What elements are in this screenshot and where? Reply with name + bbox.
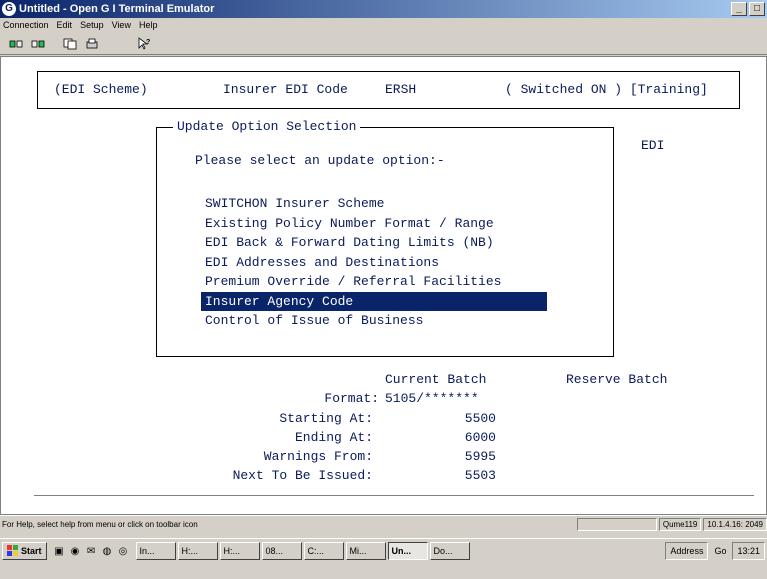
edi-side-label: EDI [641, 138, 665, 153]
svg-text:?: ? [146, 39, 150, 46]
ending-at-label: Ending At: [294, 430, 373, 445]
current-batch-header: Current Batch [385, 372, 487, 387]
minimize-button[interactable]: _ [731, 2, 747, 16]
title-bar: G Untitled - Open G I Terminal Emulator … [0, 0, 767, 18]
status-help-text: For Help, select help from menu or click… [2, 519, 198, 529]
edi-code-label: Insurer EDI Code [223, 82, 348, 97]
quick-launch: ▣ ◉ ✉ ◍ ◎ [53, 542, 130, 560]
go-button[interactable]: Go [714, 546, 726, 556]
taskbar: Start ▣ ◉ ✉ ◍ ◎ In... H:... H:... 08... … [0, 538, 767, 579]
option-control-of-issue[interactable]: Control of Issue of Business [201, 311, 547, 331]
option-insurer-agency-code[interactable]: Insurer Agency Code [201, 291, 547, 311]
edi-code-value: ERSH [385, 82, 417, 97]
task-button[interactable]: In... [135, 542, 176, 560]
menu-edit[interactable]: Edit [57, 20, 73, 30]
scheme-label: (EDI Scheme) [54, 82, 148, 97]
app-icon[interactable]: G [2, 2, 16, 16]
help-cursor-icon[interactable]: ? [134, 35, 154, 53]
session-name: Qume119 [658, 517, 702, 531]
dialog-title: Update Option Selection [173, 119, 361, 134]
format-label: Format: [324, 391, 379, 406]
reserve-batch-header: Reserve Batch [566, 372, 668, 387]
menu-setup[interactable]: Setup [80, 20, 104, 30]
toolbar: ? [0, 33, 767, 55]
disconnect-icon[interactable] [28, 35, 48, 53]
option-policy-number-format[interactable]: Existing Policy Number Format / Range [201, 214, 547, 234]
format-value: 5105/******* [385, 391, 479, 406]
desktop-icon[interactable]: ▣ [53, 545, 66, 558]
address-toolbar-label[interactable]: Address [665, 542, 709, 560]
start-button[interactable]: Start [2, 542, 47, 560]
option-dating-limits[interactable]: EDI Back & Forward Dating Limits (NB) [201, 233, 547, 253]
option-switchon[interactable]: SWITCHON Insurer Scheme [201, 194, 547, 214]
option-premium-override[interactable]: Premium Override / Referral Facilities [201, 272, 547, 292]
host-address: 10.1.4.16: 2049 [703, 517, 767, 531]
status-bar: For Help, select help from menu or click… [0, 515, 767, 532]
scheme-header: (EDI Scheme) Insurer EDI Code ERSH ( Swi… [37, 71, 740, 109]
task-button[interactable]: H:... [219, 542, 260, 560]
task-button[interactable]: Do... [429, 542, 470, 560]
next-issued-label: Next To Be Issued: [232, 468, 373, 483]
browser-icon[interactable]: ◉ [69, 545, 82, 558]
print-icon[interactable] [82, 35, 102, 53]
task-button[interactable]: H:... [177, 542, 218, 560]
option-list: SWITCHON Insurer Scheme Existing Policy … [201, 194, 547, 331]
media-icon[interactable]: ◎ [117, 545, 130, 558]
menu-bar: Connection Edit Setup View Help [0, 18, 767, 32]
task-button[interactable]: 08... [261, 542, 302, 560]
clock[interactable]: 13:21 [737, 546, 760, 556]
warnings-from-label: Warnings From: [263, 449, 373, 464]
connect-icon[interactable] [6, 35, 26, 53]
terminal-screen[interactable]: (EDI Scheme) Insurer EDI Code ERSH ( Swi… [0, 56, 767, 515]
next-issued-value: 5503 [464, 468, 496, 483]
menu-view[interactable]: View [112, 20, 131, 30]
maximize-button[interactable]: □ [749, 2, 765, 16]
system-tray: 13:21 [732, 542, 765, 560]
switch-status: ( Switched ON ) [Training] [505, 82, 708, 97]
windows-logo-icon [7, 544, 19, 558]
task-button[interactable]: C:... [303, 542, 344, 560]
option-edi-addresses[interactable]: EDI Addresses and Destinations [201, 253, 547, 273]
task-button-active[interactable]: Un... [387, 542, 428, 560]
screen-divider [34, 495, 754, 496]
copy-icon[interactable] [60, 35, 80, 53]
task-button[interactable]: Mi... [345, 542, 386, 560]
warnings-from-value: 5995 [464, 449, 496, 464]
menu-help[interactable]: Help [139, 20, 158, 30]
app-icon-quick[interactable]: ◍ [101, 545, 114, 558]
starting-at-value: 5500 [464, 411, 496, 426]
dialog-prompt: Please select an update option:- [195, 153, 445, 168]
window-title: Untitled - Open G I Terminal Emulator [19, 3, 215, 15]
ending-at-value: 6000 [464, 430, 496, 445]
start-label: Start [21, 546, 42, 556]
mail-icon[interactable]: ✉ [85, 545, 98, 558]
starting-at-label: Starting At: [279, 411, 373, 426]
menu-connection[interactable]: Connection [3, 20, 49, 30]
